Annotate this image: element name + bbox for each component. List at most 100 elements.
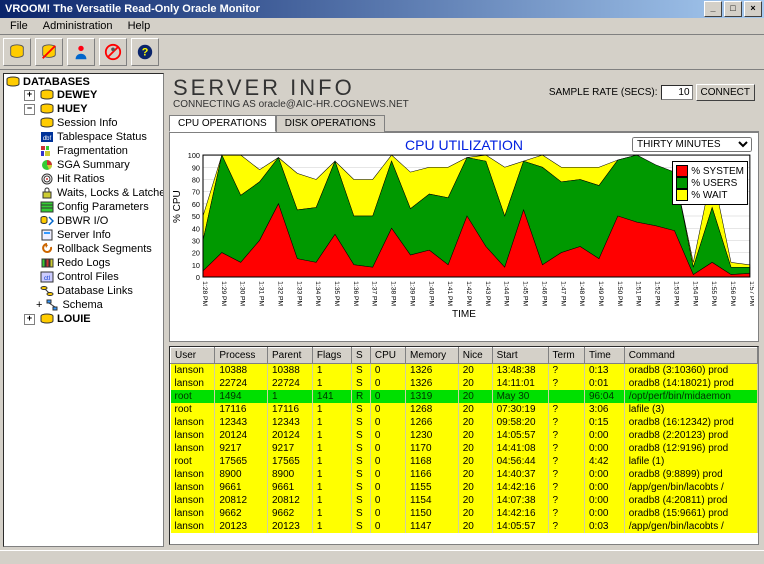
col-header[interactable]: Process (215, 348, 268, 364)
table-row[interactable]: lanson921792171S011702014:41:08?0:00orad… (171, 442, 758, 455)
svg-text:1:42 PM: 1:42 PM (465, 281, 472, 306)
tree-pane[interactable]: DATABASES +DEWEY −HUEY Session Info dbfT… (3, 73, 164, 547)
tree-fragmentation[interactable]: Fragmentation (6, 144, 161, 158)
maximize-button[interactable]: □ (724, 1, 742, 17)
pie-icon (40, 159, 54, 171)
col-header[interactable]: S (351, 348, 370, 364)
svg-text:20: 20 (192, 249, 200, 258)
rollback-icon (40, 243, 54, 255)
col-header[interactable]: User (171, 348, 215, 364)
server-icon (40, 229, 54, 241)
table-row[interactable]: root17565175651S011682004:56:44?4:42lafi… (171, 455, 758, 468)
tree-root[interactable]: DATABASES (6, 76, 161, 88)
redo-icon (40, 257, 54, 269)
tree-db-louie[interactable]: +LOUIE (6, 312, 161, 326)
tree-sga[interactable]: SGA Summary (6, 158, 161, 172)
database-icon (6, 76, 20, 88)
expand-icon[interactable]: + (36, 299, 42, 311)
toolbar: ? (0, 35, 764, 70)
table-row[interactable]: lanson10388103881S013262013:48:38?0:13or… (171, 364, 758, 378)
col-header[interactable]: Flags (312, 348, 351, 364)
tree-db-dewey[interactable]: +DEWEY (6, 88, 161, 102)
svg-text:1:40 PM: 1:40 PM (427, 281, 434, 306)
svg-text:1:54 PM: 1:54 PM (691, 281, 698, 306)
tree-session-info[interactable]: Session Info (6, 116, 161, 130)
tree-control-files[interactable]: ctlControl Files (6, 270, 161, 284)
sample-rate-input[interactable] (661, 85, 693, 100)
no-user-icon[interactable] (99, 38, 127, 66)
tab-cpu-operations[interactable]: CPU OPERATIONS (169, 115, 276, 132)
tree-schema[interactable]: +Schema (6, 298, 161, 312)
svg-text:1:39 PM: 1:39 PM (408, 281, 415, 306)
tree-root-label: DATABASES (23, 76, 90, 88)
table-row[interactable]: lanson20124201241S012302014:05:57?0:00or… (171, 429, 758, 442)
table-row[interactable]: lanson22724227241S013262014:11:01?0:01or… (171, 377, 758, 390)
col-header[interactable]: Term (548, 348, 584, 364)
legend-swatch-system (676, 165, 688, 177)
sample-rate-label: SAMPLE RATE (SECS): (549, 87, 658, 98)
tree-db-links[interactable]: Database Links (6, 284, 161, 298)
schema-icon (45, 299, 59, 311)
content-pane: SERVER INFO SAMPLE RATE (SECS): CONNECT … (167, 73, 761, 547)
table-row[interactable]: root14941141R0131920May 3096:04/opt/perf… (171, 390, 758, 403)
db-red-slash-icon[interactable] (35, 38, 63, 66)
tree-server-info[interactable]: Server Info (6, 228, 161, 242)
table-row[interactable]: lanson966296621S011502014:42:16?0:00orad… (171, 507, 758, 520)
col-header[interactable]: Command (624, 348, 757, 364)
col-header[interactable]: Start (492, 348, 548, 364)
svg-text:10: 10 (192, 261, 200, 270)
connection-string: CONNECTING AS oracle@AIC-HR.COGNEWS.NET (167, 99, 761, 114)
tree-tablespace[interactable]: dbfTablespace Status (6, 130, 161, 144)
close-button[interactable]: × (744, 1, 762, 17)
time-range-select[interactable]: THIRTY MINUTES (632, 137, 752, 152)
svg-text:90: 90 (192, 163, 200, 172)
table-row[interactable]: lanson890089001S011662014:40:37?0:00orad… (171, 468, 758, 481)
col-header[interactable]: CPU (370, 348, 405, 364)
svg-text:40: 40 (192, 224, 200, 233)
menu-file[interactable]: File (4, 18, 34, 34)
tree-config[interactable]: Config Parameters (6, 200, 161, 214)
tree-db-huey[interactable]: −HUEY (6, 102, 161, 116)
main-area: DATABASES +DEWEY −HUEY Session Info dbfT… (0, 70, 764, 550)
tree-rollback[interactable]: Rollback Segments (6, 242, 161, 256)
link-icon (40, 285, 54, 297)
col-header[interactable]: Parent (267, 348, 312, 364)
svg-text:1:51 PM: 1:51 PM (635, 281, 642, 306)
db-yellow-icon[interactable] (3, 38, 31, 66)
svg-text:1:28 PM: 1:28 PM (201, 281, 208, 306)
chart-legend: % SYSTEM % USERS % WAIT (672, 161, 748, 205)
tree-dbwr[interactable]: DBWR I/O (6, 214, 161, 228)
col-header[interactable]: Time (584, 348, 624, 364)
tree-waits[interactable]: Waits, Locks & Latches (6, 186, 161, 200)
table-row[interactable]: lanson966196611S011552014:42:16?0:00/app… (171, 481, 758, 494)
tab-bar: CPU OPERATIONS DISK OPERATIONS (169, 114, 759, 132)
legend-swatch-wait (676, 189, 688, 201)
titlebar: VROOM! The Versatile Read-Only Oracle Mo… (0, 0, 764, 18)
menu-help[interactable]: Help (122, 18, 157, 34)
menu-administration[interactable]: Administration (37, 18, 119, 34)
grid-icon (40, 201, 54, 213)
table-row[interactable]: root17116171161S012682007:30:19?3:06lafi… (171, 403, 758, 416)
table-row[interactable]: lanson20123201231S011472014:05:57?0:03/a… (171, 520, 758, 533)
tree-hit-ratios[interactable]: Hit Ratios (6, 172, 161, 186)
svg-text:1:35 PM: 1:35 PM (333, 281, 340, 306)
tree-redo[interactable]: Redo Logs (6, 256, 161, 270)
statusbar (0, 550, 764, 564)
svg-text:100: 100 (188, 153, 200, 160)
table-row[interactable]: lanson12343123431S012662009:58:20?0:15or… (171, 416, 758, 429)
expand-icon[interactable]: + (24, 314, 35, 325)
collapse-icon[interactable]: − (24, 104, 35, 115)
minimize-button[interactable]: _ (704, 1, 722, 17)
expand-icon[interactable]: + (24, 90, 35, 101)
svg-text:1:57 PM: 1:57 PM (748, 281, 754, 306)
help-icon[interactable]: ? (131, 38, 159, 66)
table-row[interactable]: lanson20812208121S011542014:07:38?0:00or… (171, 494, 758, 507)
user-icon[interactable] (67, 38, 95, 66)
col-header[interactable]: Nice (458, 348, 492, 364)
cpu-chart: 01020304050607080901001:28 PM1:29 PM1:30… (174, 153, 754, 308)
tab-disk-operations[interactable]: DISK OPERATIONS (276, 115, 385, 132)
col-header[interactable]: Memory (406, 348, 459, 364)
svg-text:1:49 PM: 1:49 PM (597, 281, 604, 306)
process-table[interactable]: UserProcessParentFlagsSCPUMemoryNiceStar… (169, 346, 759, 545)
svg-text:80: 80 (192, 176, 200, 185)
